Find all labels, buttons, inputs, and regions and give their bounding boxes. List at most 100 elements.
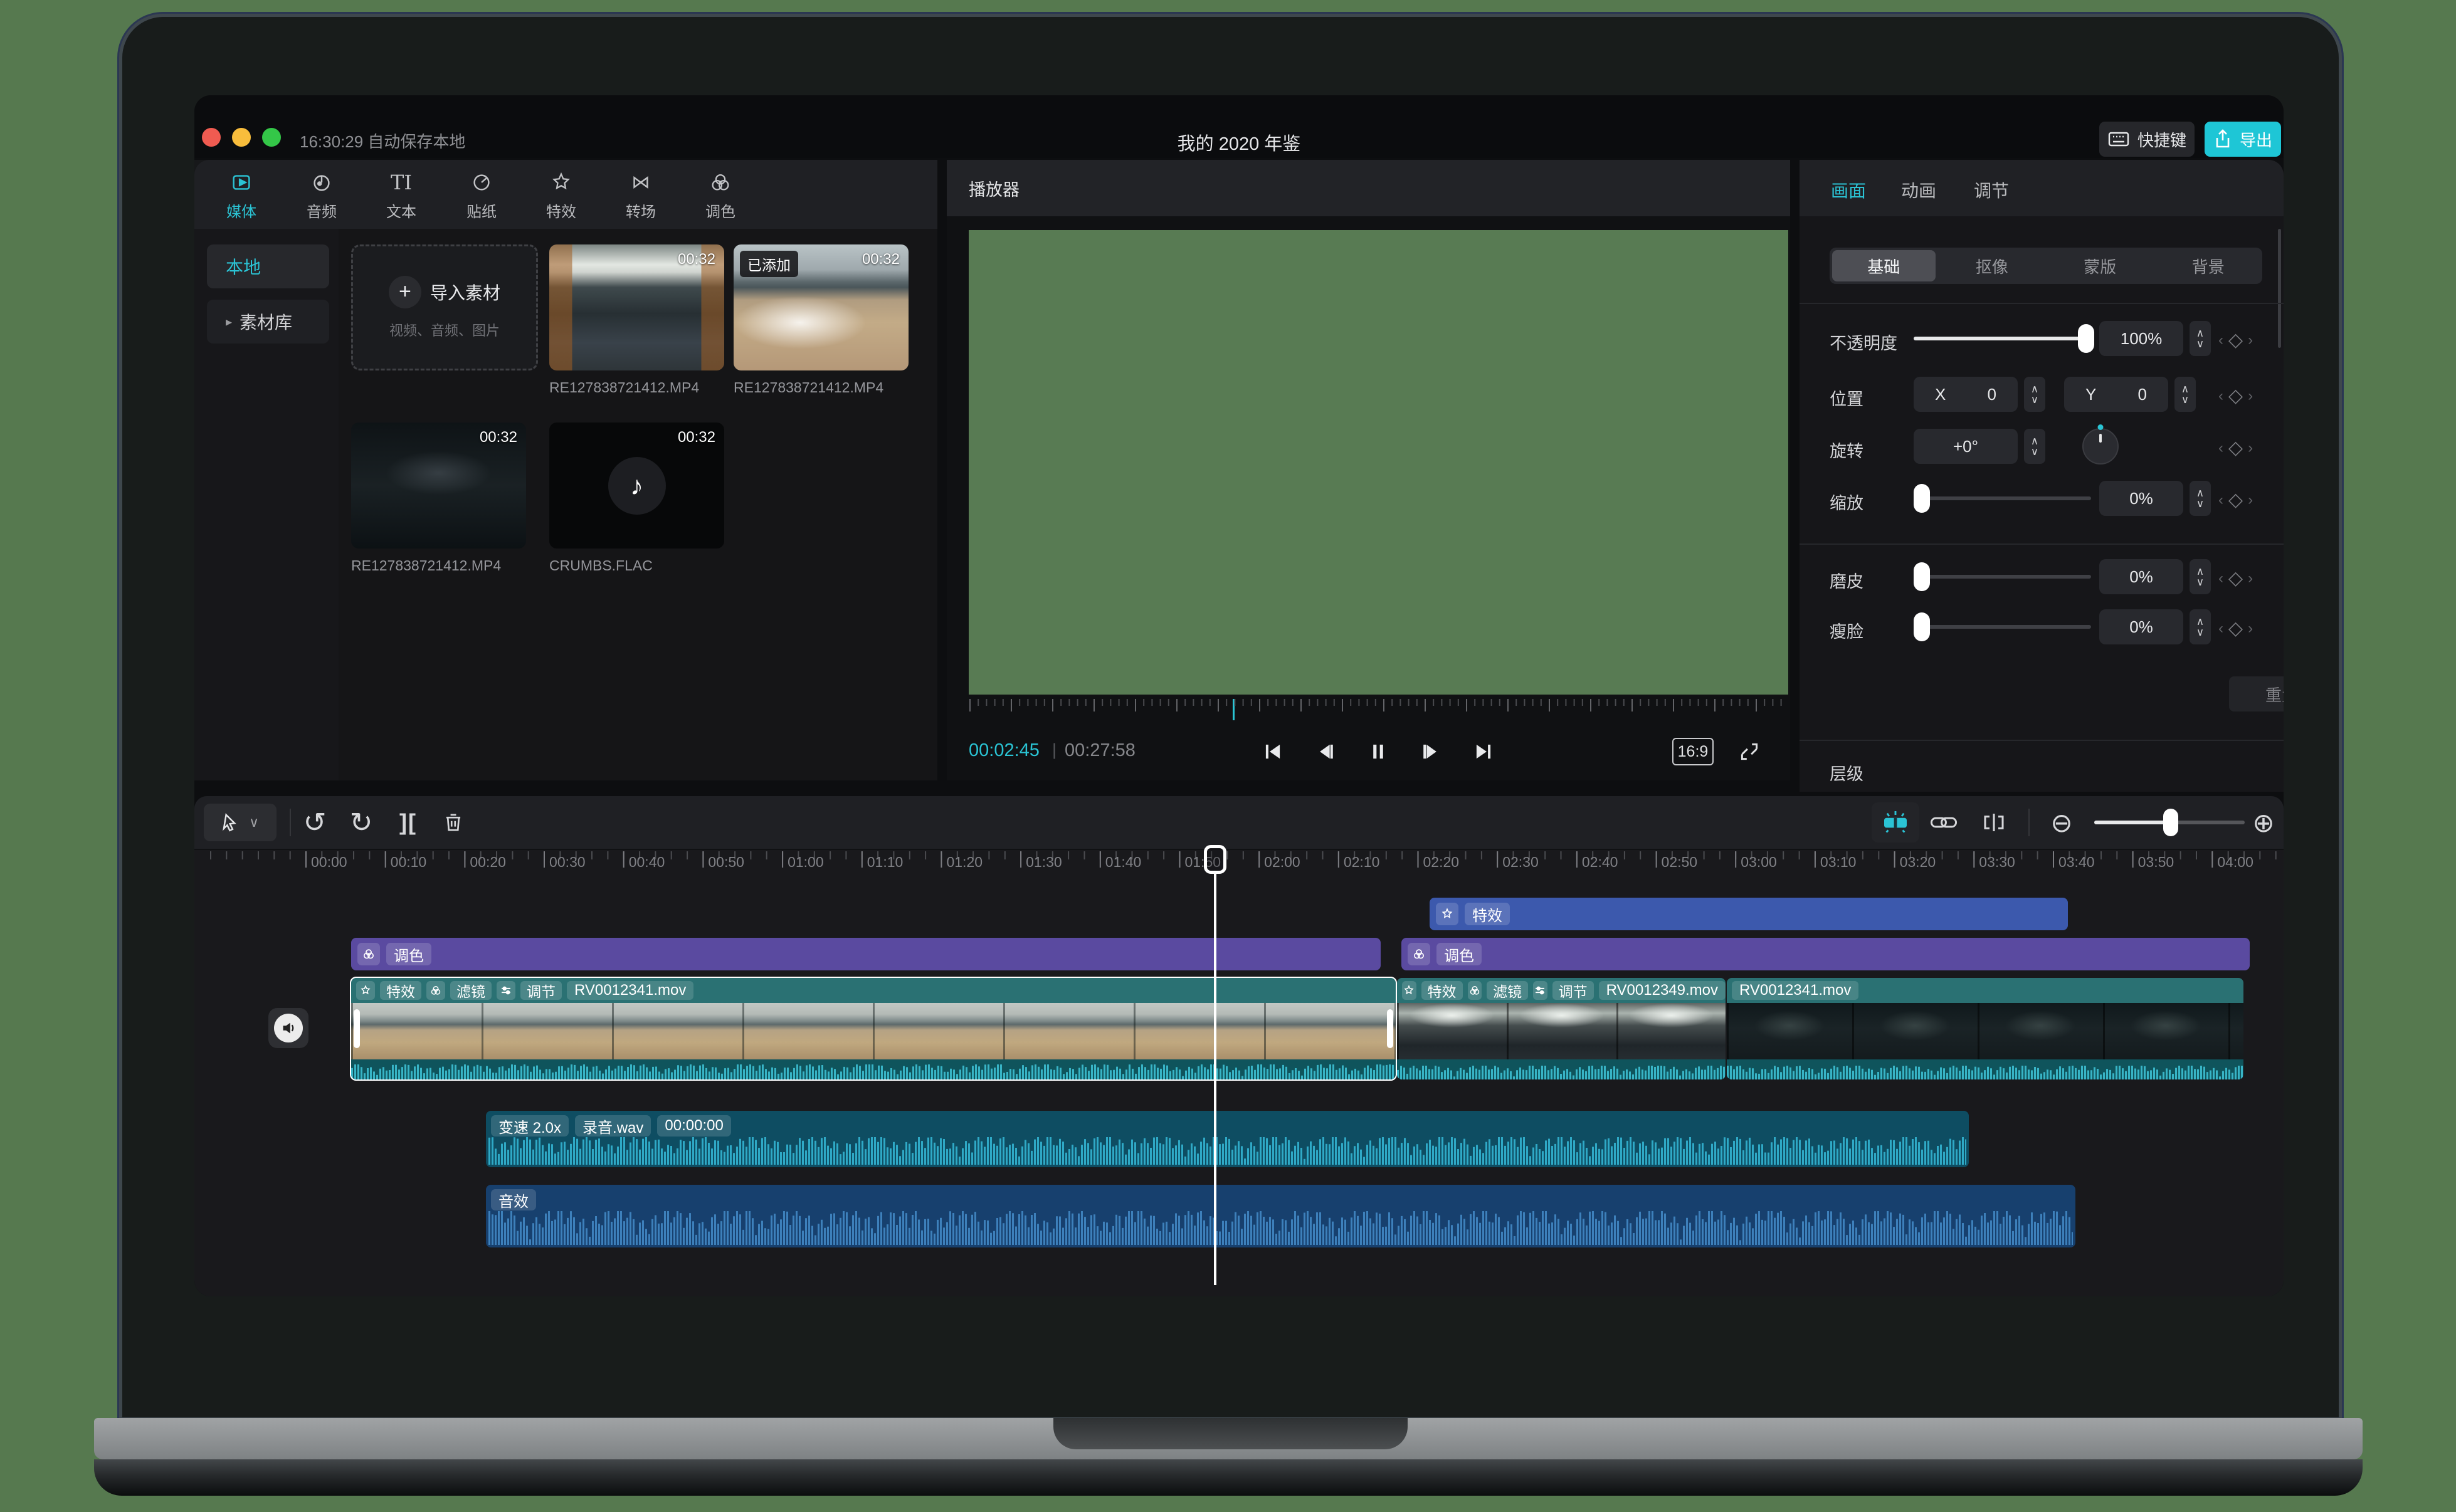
color-track-clip-2[interactable]: 调色 bbox=[1401, 938, 2250, 970]
slim-face-slider[interactable] bbox=[1914, 612, 2091, 641]
smooth-skin-keyframe[interactable]: ‹ ◇ › bbox=[2218, 567, 2253, 589]
slim-face-stepper[interactable]: ∧ ∨ bbox=[2190, 609, 2211, 644]
position-y-field[interactable]: Y0 bbox=[2064, 377, 2168, 412]
audio-clip-recording[interactable]: 变速 2.0x 录音.wav 00:00:00 bbox=[486, 1111, 1969, 1167]
main-track-magnet-toggle[interactable] bbox=[1872, 802, 1919, 843]
player-seek-ruler[interactable] bbox=[969, 699, 1788, 722]
media-item-video-3[interactable]: 00:32 bbox=[351, 423, 526, 549]
export-button[interactable]: 导出 bbox=[2205, 122, 2281, 157]
subtab-chroma[interactable]: 抠像 bbox=[1941, 250, 2044, 281]
position-x-stepper[interactable]: ∧ ∨ bbox=[2024, 377, 2045, 412]
slim-face-keyframe[interactable]: ‹ ◇ › bbox=[2218, 617, 2253, 639]
clip-badge-adjust: 调节 bbox=[1552, 981, 1594, 1000]
next-frame-button[interactable] bbox=[1415, 735, 1447, 768]
opacity-stepper[interactable]: ∧ ∨ bbox=[2190, 321, 2211, 356]
rotation-knob[interactable] bbox=[2082, 424, 2119, 465]
tab-sticker[interactable]: 贴纸 bbox=[449, 167, 514, 224]
clip-trim-handle-left[interactable] bbox=[354, 1009, 360, 1048]
effect-track-clip[interactable]: 特效 bbox=[1430, 898, 2068, 930]
media-item-audio[interactable]: 00:32 ♪ bbox=[549, 423, 724, 549]
prev-keyframe-icon: ‹ bbox=[2218, 491, 2223, 508]
timeline-panel: ∨ ↺ ↻ ][⊖ ⊕ 00:00 00:10 00:20 00:30 00:… bbox=[194, 796, 2284, 1296]
scale-slider-knob[interactable] bbox=[1914, 484, 1930, 513]
playhead-handle[interactable] bbox=[1204, 845, 1226, 874]
smooth-skin-slider-knob[interactable] bbox=[1914, 562, 1930, 591]
divider bbox=[290, 809, 291, 836]
timeline-zoom-knob[interactable] bbox=[2163, 809, 2178, 836]
position-x-field[interactable]: X0 bbox=[1914, 377, 2018, 412]
split-clip-button[interactable]: ][ bbox=[391, 805, 426, 840]
effect-track-label: 特效 bbox=[1465, 903, 1510, 925]
scale-stepper[interactable]: ∧ ∨ bbox=[2190, 481, 2211, 516]
media-item-video-1[interactable]: 00:32 bbox=[549, 244, 724, 370]
rotate-stepper[interactable]: ∧ ∨ bbox=[2024, 429, 2045, 464]
video-clip-2[interactable]: 特效 滤镜 调节 RV0012349.mov bbox=[1397, 978, 1726, 1079]
aspect-ratio-button[interactable]: 16:9 bbox=[1672, 738, 1714, 765]
import-media-button[interactable]: + 导入素材 视频、音频、图片 bbox=[351, 244, 538, 370]
media-item-video-2[interactable]: 已添加 00:32 bbox=[734, 244, 909, 370]
zoom-in-icon[interactable]: ⊕ bbox=[2246, 805, 2281, 840]
smooth-skin-stepper[interactable]: ∧ ∨ bbox=[2190, 559, 2211, 594]
subtab-background[interactable]: 背景 bbox=[2157, 250, 2260, 281]
skip-to-end-button[interactable] bbox=[1467, 735, 1500, 768]
tab-animation[interactable]: 动画 bbox=[1901, 177, 1936, 202]
ruler-time-label: 01:30 bbox=[1026, 854, 1062, 870]
scale-value[interactable]: 0% bbox=[2099, 481, 2183, 516]
subtab-background-label: 背景 bbox=[2191, 257, 2225, 276]
scrollbar[interactable] bbox=[2278, 229, 2281, 348]
tab-effects[interactable]: 特效 bbox=[529, 167, 594, 224]
undo-button[interactable]: ↺ bbox=[297, 805, 332, 840]
position-y-stepper[interactable]: ∧ ∨ bbox=[2174, 377, 2196, 412]
smooth-skin-slider[interactable] bbox=[1914, 562, 2091, 591]
tab-adjust[interactable]: 调节 bbox=[1974, 177, 2009, 202]
sidebar-item-library[interactable]: ▸ 素材库 bbox=[207, 300, 329, 344]
audio-clip-sfx[interactable]: 音效 bbox=[486, 1185, 2075, 1247]
preview-split-icon[interactable] bbox=[1976, 805, 2011, 840]
tab-color[interactable]: 调色 bbox=[688, 167, 753, 224]
slim-face-slider-knob[interactable] bbox=[1914, 612, 1930, 641]
track-mute-button[interactable] bbox=[268, 1008, 308, 1048]
rotate-value[interactable]: +0° bbox=[1914, 429, 2018, 464]
smooth-skin-value[interactable]: 0% bbox=[2099, 559, 2183, 594]
next-keyframe-icon: › bbox=[2248, 491, 2253, 508]
redo-button[interactable]: ↻ bbox=[344, 805, 379, 840]
ruler-time-label: 03:50 bbox=[2137, 854, 2174, 870]
clip-trim-handle-right[interactable] bbox=[1387, 1009, 1393, 1048]
reset-button[interactable]: 重置 bbox=[2229, 676, 2284, 711]
skip-to-start-button[interactable] bbox=[1257, 735, 1289, 768]
tab-media[interactable]: 媒体 bbox=[209, 167, 274, 224]
rotate-keyframe[interactable]: ‹ ◇ › bbox=[2218, 437, 2253, 459]
tab-transitions[interactable]: 转场 bbox=[608, 167, 673, 224]
subtab-mask[interactable]: 蒙版 bbox=[2048, 250, 2152, 281]
delete-button[interactable] bbox=[436, 805, 471, 840]
expand-triangle-icon: ▸ bbox=[226, 315, 233, 329]
video-preview[interactable] bbox=[969, 230, 1788, 695]
opacity-keyframe[interactable]: ‹ ◇ › bbox=[2218, 329, 2253, 351]
tab-text[interactable]: TI 文本 bbox=[369, 167, 434, 224]
video-clip-3[interactable]: RV0012341.mov bbox=[1727, 978, 2243, 1079]
position-keyframe[interactable]: ‹ ◇ › bbox=[2218, 385, 2253, 407]
slim-face-value[interactable]: 0% bbox=[2099, 609, 2183, 644]
pause-button[interactable] bbox=[1362, 735, 1394, 768]
previous-frame-button[interactable] bbox=[1309, 735, 1342, 768]
color-track-clip-1[interactable]: 调色 bbox=[351, 938, 1381, 970]
scale-slider[interactable] bbox=[1914, 484, 2091, 513]
prev-keyframe-icon: ‹ bbox=[2218, 569, 2223, 587]
ruler-time-label: 01:00 bbox=[788, 854, 824, 870]
subtab-basic[interactable]: 基础 bbox=[1832, 250, 1936, 281]
scale-keyframe[interactable]: ‹ ◇ › bbox=[2218, 489, 2253, 511]
tab-audio[interactable]: 音频 bbox=[289, 167, 354, 224]
video-clip-1[interactable]: 特效 滤镜 调节 RV0012341.mov bbox=[350, 977, 1397, 1081]
opacity-slider-knob[interactable] bbox=[2078, 324, 2094, 353]
timeline-zoom-slider[interactable] bbox=[2094, 809, 2245, 836]
fullscreen-icon[interactable] bbox=[1734, 737, 1764, 767]
select-tool-button[interactable]: ∨ bbox=[204, 804, 277, 841]
shortcut-button[interactable]: 快捷键 bbox=[2099, 122, 2195, 157]
link-clips-icon[interactable] bbox=[1926, 805, 1961, 840]
zoom-out-icon[interactable]: ⊖ bbox=[2044, 805, 2079, 840]
sidebar-item-local[interactable]: 本地 bbox=[207, 244, 329, 288]
opacity-value[interactable]: 100% bbox=[2099, 321, 2183, 356]
timeline-ruler[interactable]: 00:00 00:10 00:20 00:30 00:40 00:50 01:00 01:10… bbox=[194, 849, 2284, 876]
opacity-slider[interactable] bbox=[1914, 324, 2094, 353]
tab-picture[interactable]: 画面 bbox=[1831, 177, 1866, 202]
